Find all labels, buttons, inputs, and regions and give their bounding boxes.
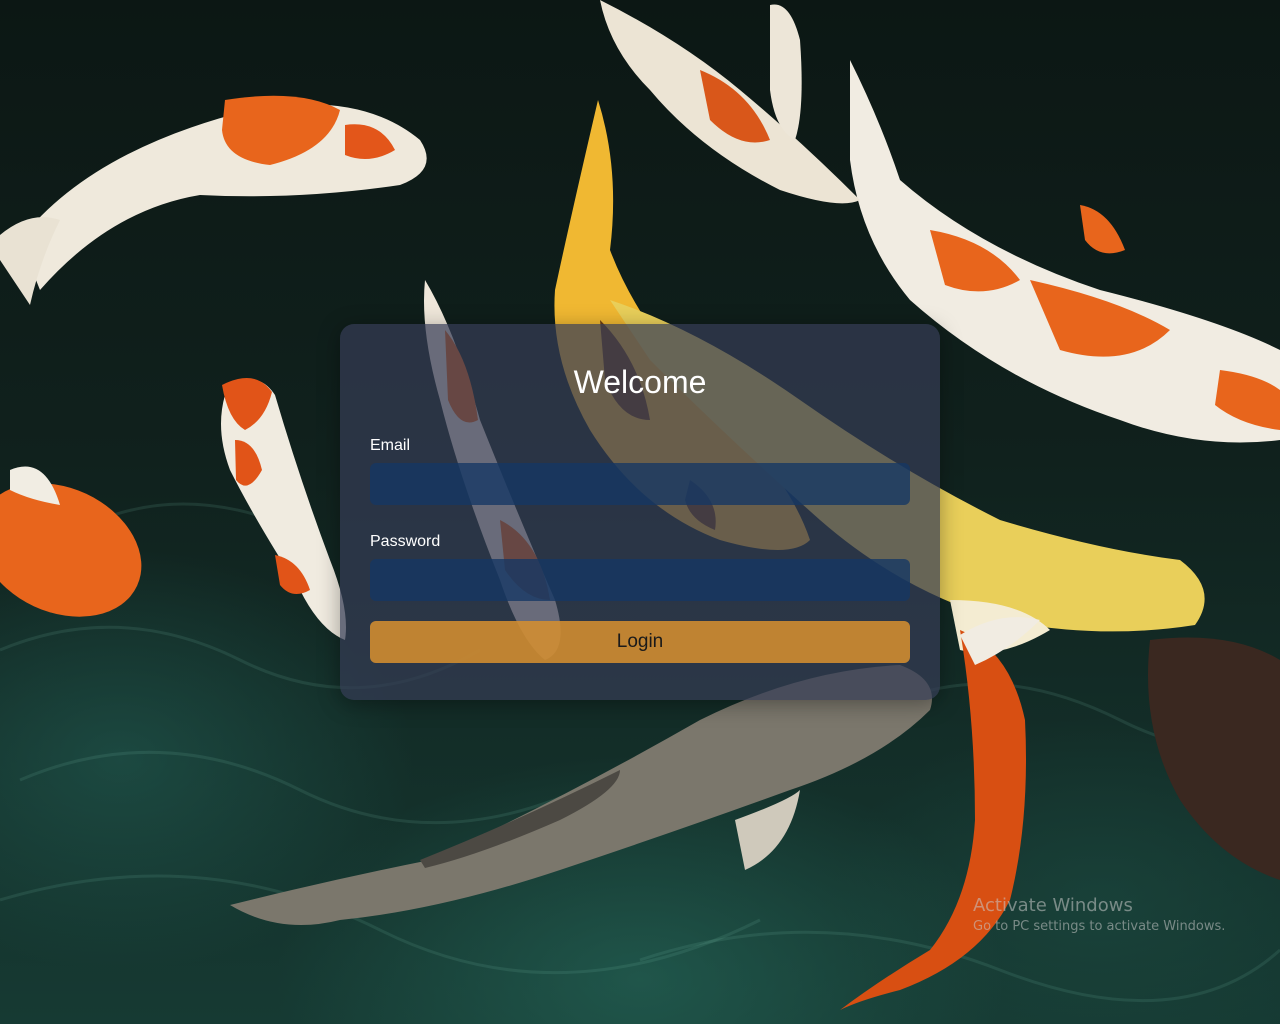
email-label: Email <box>370 437 411 454</box>
login-button[interactable]: Login <box>370 621 910 663</box>
koi-fish <box>0 95 427 305</box>
watermark-title: Activate Windows <box>973 895 1133 916</box>
login-card: Welcome Email Password Login <box>340 324 940 700</box>
windows-activation-watermark: Activate Windows Go to PC settings to ac… <box>973 895 1225 937</box>
koi-fish <box>221 377 346 640</box>
password-field[interactable] <box>370 559 910 601</box>
email-field[interactable] <box>370 463 910 505</box>
password-label: Password <box>370 533 441 550</box>
koi-fish <box>1148 637 1280 880</box>
koi-fish <box>230 665 932 925</box>
koi-fish <box>0 466 142 617</box>
watermark-subtitle: Go to PC settings to activate Windows. <box>973 919 1226 934</box>
welcome-heading: Welcome <box>573 364 707 400</box>
koi-fish <box>600 0 860 204</box>
